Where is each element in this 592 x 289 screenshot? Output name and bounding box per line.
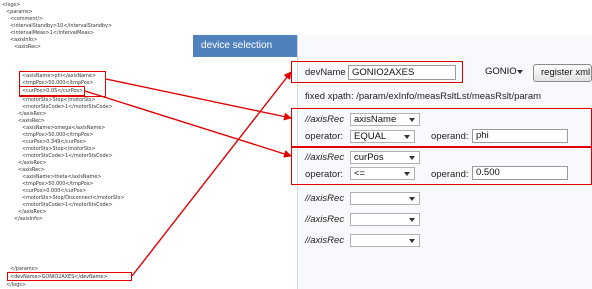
- xml-line: <intervalMeas>1</intervalMeas>: [10, 30, 94, 36]
- xml-line: <tmpPos>50.000</tmpPos>: [22, 181, 94, 187]
- xml-line: <curPos>0.349</curPos>: [22, 139, 87, 145]
- xml-line: <axisRec>: [18, 167, 45, 173]
- xml-line: </axisInfo>: [14, 216, 43, 222]
- axisrec-label: //axisRec: [305, 193, 345, 204]
- xml-line: </axisRec>: [18, 209, 47, 215]
- chevron-down-icon: [409, 218, 415, 222]
- xml-highlight-devname: [7, 272, 132, 281]
- xml-line: </logs>: [6, 282, 26, 288]
- xml-line: <comment/>: [10, 16, 44, 22]
- xml-line: <axisInfo>: [10, 37, 38, 43]
- chevron-down-icon: [517, 70, 523, 74]
- xml-line: <motorSts>Stop</motorSts>: [22, 146, 96, 152]
- xml-line: <axisName>theta</axisName>: [22, 174, 102, 180]
- device-selection-panel: device selection devName GONIO2AXES GONI…: [193, 35, 592, 289]
- axisrec-select[interactable]: [350, 234, 420, 247]
- xml-line: <logs>: [2, 2, 21, 8]
- xml-line: </axisRec>: [18, 160, 47, 166]
- axisrec-label: //axisRec: [305, 214, 345, 225]
- xml-line: <intervalStandby>10</intervalStandby>: [10, 23, 112, 29]
- xml-line: <tmpPos>50.000</tmpPos>: [22, 132, 94, 138]
- chevron-down-icon: [409, 197, 415, 201]
- panel-title: device selection: [193, 35, 297, 57]
- device-type-value: GONIO: [485, 66, 517, 77]
- device-type-select[interactable]: GONIO: [482, 66, 527, 79]
- condition-2-highlight: [291, 146, 592, 185]
- xml-line: <motorStsCode>1</motorStsCode>: [22, 104, 113, 110]
- xml-line: <axisRec>: [14, 44, 41, 50]
- xml-line: <motorStsCode>1</motorStsCode>: [22, 202, 113, 208]
- xml-line: <curPos>0.000</curPos>: [22, 188, 87, 194]
- xml-line: <axisName>omega</axisName>: [22, 125, 106, 131]
- axisrec-select[interactable]: [350, 192, 420, 205]
- register-xml-button[interactable]: register xml: [533, 64, 592, 82]
- xml-line: <motorSts>Stop</motorSts>: [22, 97, 96, 103]
- axisrec-select[interactable]: [350, 213, 420, 226]
- axisrec-label: //axisRec: [305, 235, 345, 246]
- xml-line: </axisRec>: [18, 111, 47, 117]
- xml-line: <motorSts>Stop/Disconnect</motorSts>: [22, 195, 125, 201]
- xml-line: <motorStsCode>1</motorStsCode>: [22, 153, 113, 159]
- condition-1-highlight: [291, 108, 592, 148]
- xml-line: <axisRec>: [18, 118, 45, 124]
- xml-highlight-curpos: [19, 86, 85, 96]
- xml-line: <params>: [6, 9, 33, 15]
- devname-highlight: [291, 61, 463, 83]
- fixed-xpath-text: fixed xpath: /param/exInfo/measRsltLst/m…: [305, 91, 542, 102]
- xml-log-panel: <logs> <params> <comment/> <intervalStan…: [0, 0, 200, 289]
- chevron-down-icon: [409, 239, 415, 243]
